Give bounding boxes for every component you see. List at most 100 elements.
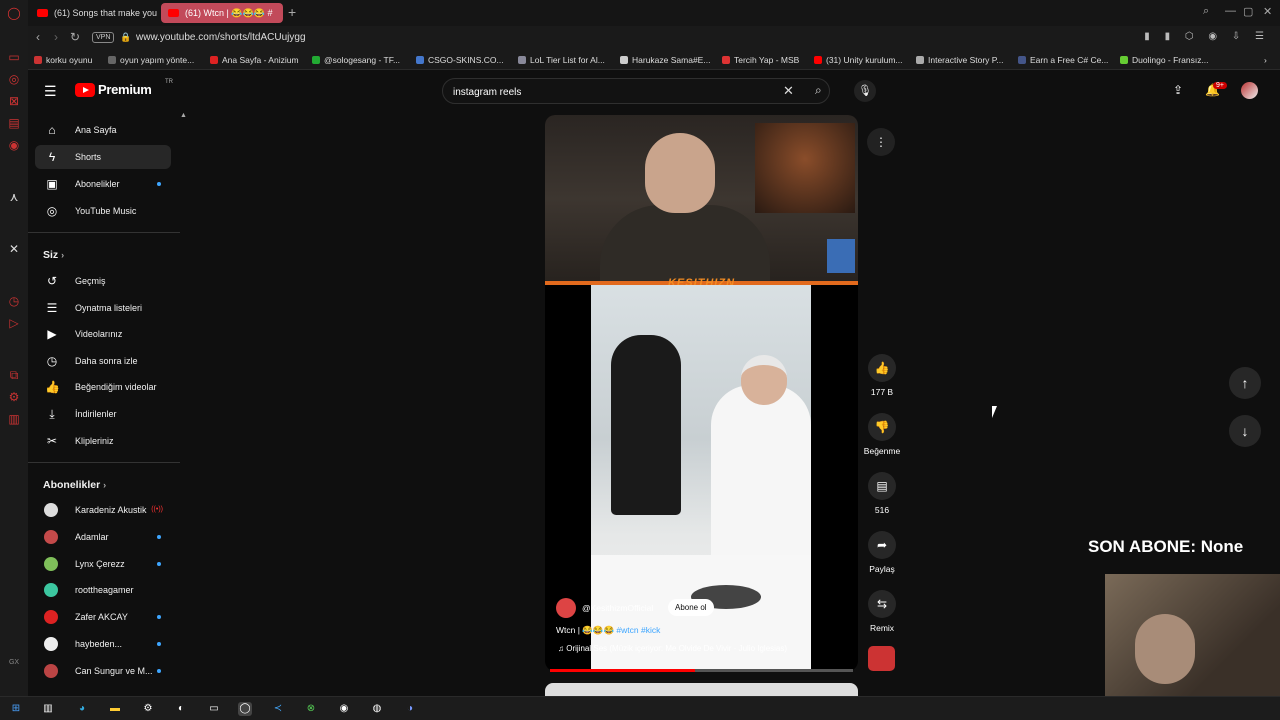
- feed-icon[interactable]: ▤: [7, 116, 21, 130]
- bookmark-item[interactable]: LoL Tier List for Al...: [518, 55, 605, 65]
- player-icon[interactable]: ◉: [7, 138, 21, 152]
- video-progress-bar[interactable]: [550, 669, 853, 672]
- guide-item-shorts[interactable]: ϟ Shorts: [35, 145, 171, 169]
- guide-heading-you[interactable]: Siz ›: [43, 249, 64, 261]
- terminal-icon[interactable]: ▭: [207, 702, 221, 716]
- bookmarks-overflow-icon[interactable]: ›: [1264, 55, 1267, 65]
- settings-icon[interactable]: ⚙: [7, 390, 21, 404]
- task-view-icon[interactable]: ▥: [41, 702, 55, 716]
- forward-icon[interactable]: ›: [54, 30, 58, 44]
- hashtags[interactable]: #wtcn #kick: [616, 625, 660, 635]
- guide-item-watch-later[interactable]: ◷ Daha sonra izle: [35, 349, 171, 373]
- x-twitter-icon[interactable]: ✕: [7, 242, 21, 256]
- back-icon[interactable]: ‹: [36, 30, 40, 44]
- more-icon[interactable]: GX: [7, 656, 21, 670]
- reload-icon[interactable]: ↻: [70, 30, 80, 44]
- opera-logo-icon[interactable]: ◯: [7, 6, 21, 20]
- remix-button[interactable]: ⇆ Remix: [862, 590, 902, 633]
- search-icon[interactable]: ⌕: [815, 83, 822, 98]
- menu-icon[interactable]: ☰: [44, 83, 57, 100]
- dislike-button[interactable]: 👎 Beğenme: [862, 413, 902, 456]
- upload-icon[interactable]: ⇪: [1173, 83, 1183, 97]
- file-explorer-icon[interactable]: ▬: [108, 702, 122, 716]
- url-field[interactable]: www.youtube.com/shorts/ltdACUujygg: [136, 32, 306, 43]
- guide-item-history[interactable]: ↺ Geçmiş: [35, 269, 171, 293]
- clear-search-icon[interactable]: ✕: [783, 83, 794, 99]
- vscode-icon[interactable]: ≺: [271, 702, 285, 716]
- guide-item-clips[interactable]: ✂ Klipleriniz: [35, 429, 171, 453]
- voice-search-icon[interactable]: 🎙: [854, 80, 876, 102]
- tab-wtcn-active[interactable]: (61) Wtcn | 😂😂😂 #: [161, 3, 283, 23]
- vpn-badge[interactable]: VPN: [92, 32, 115, 43]
- bookmark-item[interactable]: Interactive Story P...: [916, 55, 1003, 65]
- guide-item-your-videos[interactable]: ▶ Videolarınız: [35, 322, 171, 346]
- subscribe-button[interactable]: Abone ol: [668, 599, 714, 616]
- tab-songs[interactable]: (61) Songs that make you: [30, 3, 158, 23]
- bookmark-item[interactable]: korku oyunu: [34, 55, 92, 65]
- search-tabs-icon[interactable]: ⌕: [1203, 5, 1209, 18]
- workspaces-icon[interactable]: ⊠: [7, 94, 21, 108]
- bookmark-item[interactable]: CSGO-SKINS.CO...: [416, 55, 504, 65]
- messenger-icon[interactable]: ▭: [7, 50, 21, 64]
- guide-item-subscriptions[interactable]: ▣ Abonelikler: [35, 172, 171, 196]
- bookmark-item[interactable]: Ana Sayfa - Anizium: [210, 55, 299, 65]
- extensions-icon[interactable]: ⧉: [7, 368, 21, 382]
- channel-name[interactable]: @KesithizmOfficial: [582, 603, 653, 613]
- bookmark-item[interactable]: @sologesang - TF...: [312, 55, 400, 65]
- pinboard-icon[interactable]: ▥: [7, 412, 21, 426]
- search-box[interactable]: ✕ ⌕: [442, 78, 830, 104]
- app-icon[interactable]: ◐: [174, 702, 188, 716]
- video-title[interactable]: Wtcn | 😂😂😂 #wtcn #kick: [556, 625, 660, 636]
- shorts-player[interactable]: KESITHIZN: [545, 115, 858, 671]
- guide-item-playlists[interactable]: ☰ Oynatma listeleri: [35, 296, 171, 320]
- guide-item-downloads[interactable]: ⤓ İndirilenler: [35, 402, 171, 426]
- next-short-preview[interactable]: [545, 683, 858, 696]
- comments-button[interactable]: ▤ 516: [862, 472, 902, 515]
- guide-sub-haybeden[interactable]: haybeden...: [35, 632, 171, 656]
- bookmark-item[interactable]: Duolingo - Fransız...: [1120, 55, 1209, 65]
- share-button[interactable]: ➦ Paylaş: [862, 531, 902, 574]
- steam-icon[interactable]: ◍: [370, 702, 384, 716]
- discord-icon[interactable]: ◑: [403, 702, 417, 716]
- guide-heading-subscriptions[interactable]: Abonelikler ›: [43, 479, 106, 491]
- arrow-icon[interactable]: ⋏: [7, 190, 21, 204]
- xbox-icon[interactable]: ⊗: [304, 702, 318, 716]
- settings-icon[interactable]: ⚙: [141, 702, 155, 716]
- close-icon[interactable]: ✕: [1263, 5, 1272, 18]
- lock-icon[interactable]: 🔒: [120, 32, 131, 43]
- history-icon[interactable]: ◷: [7, 294, 21, 308]
- guide-sub-adamlar[interactable]: Adamlar: [35, 525, 171, 549]
- guide-sub-can-sungur[interactable]: Can Sungur ve M...: [35, 659, 171, 683]
- music-info[interactable]: ♫ Orijinal Ses (Müzik içeriyor: Me Olvid…: [558, 644, 787, 653]
- guide-item-youtube-music[interactable]: ◎ YouTube Music: [35, 199, 171, 223]
- opera-gx-icon[interactable]: ◯: [238, 702, 252, 716]
- guide-sub-roottheagamer[interactable]: roottheagamer: [35, 578, 171, 602]
- bookmark-item[interactable]: oyun yapım yönte...: [108, 55, 194, 65]
- windows-start-icon[interactable]: ⊞: [9, 702, 23, 716]
- minimize-icon[interactable]: —: [1225, 5, 1236, 17]
- guide-sub-karadeniz-akustik[interactable]: Karadeniz Akustik ((•)): [35, 498, 171, 522]
- guide-item-home[interactable]: ⌂ Ana Sayfa: [35, 118, 171, 142]
- new-tab-icon[interactable]: +: [288, 4, 296, 20]
- obs-icon[interactable]: ◉: [337, 702, 351, 716]
- more-options-icon[interactable]: ⋮: [867, 128, 895, 156]
- guide-sub-zafer-akcay[interactable]: Zafer AKCAY: [35, 605, 171, 629]
- extension-icons[interactable]: ▮ ▮ ⬡ ◉ ⇩ ☰: [1144, 31, 1270, 42]
- search-input[interactable]: [453, 84, 753, 100]
- send-icon[interactable]: ▷: [7, 316, 21, 330]
- guide-item-liked-videos[interactable]: 👍 Beğendiğim videolar: [35, 375, 171, 399]
- edge-icon[interactable]: ◕: [75, 702, 89, 716]
- bookmark-item[interactable]: Tercih Yap - MSB: [722, 55, 799, 65]
- aria-icon[interactable]: ◎: [7, 72, 21, 86]
- bookmark-item[interactable]: Harukaze Sama#E...: [620, 55, 710, 65]
- like-button[interactable]: 👍 177 B: [862, 354, 902, 397]
- original-sound-thumbnail[interactable]: [868, 646, 895, 671]
- previous-short-button[interactable]: ↑: [1229, 367, 1261, 399]
- maximize-icon[interactable]: ▢: [1243, 5, 1253, 18]
- bookmark-item[interactable]: Earn a Free C# Ce...: [1018, 55, 1108, 65]
- bookmark-item[interactable]: (31) Unity kurulum...: [814, 55, 903, 65]
- account-avatar[interactable]: [1241, 82, 1258, 99]
- next-short-button[interactable]: ↓: [1229, 415, 1261, 447]
- guide-sub-lynx-cerezz[interactable]: Lynx Çerezz: [35, 552, 171, 576]
- scroll-up-icon[interactable]: ▲: [180, 112, 187, 119]
